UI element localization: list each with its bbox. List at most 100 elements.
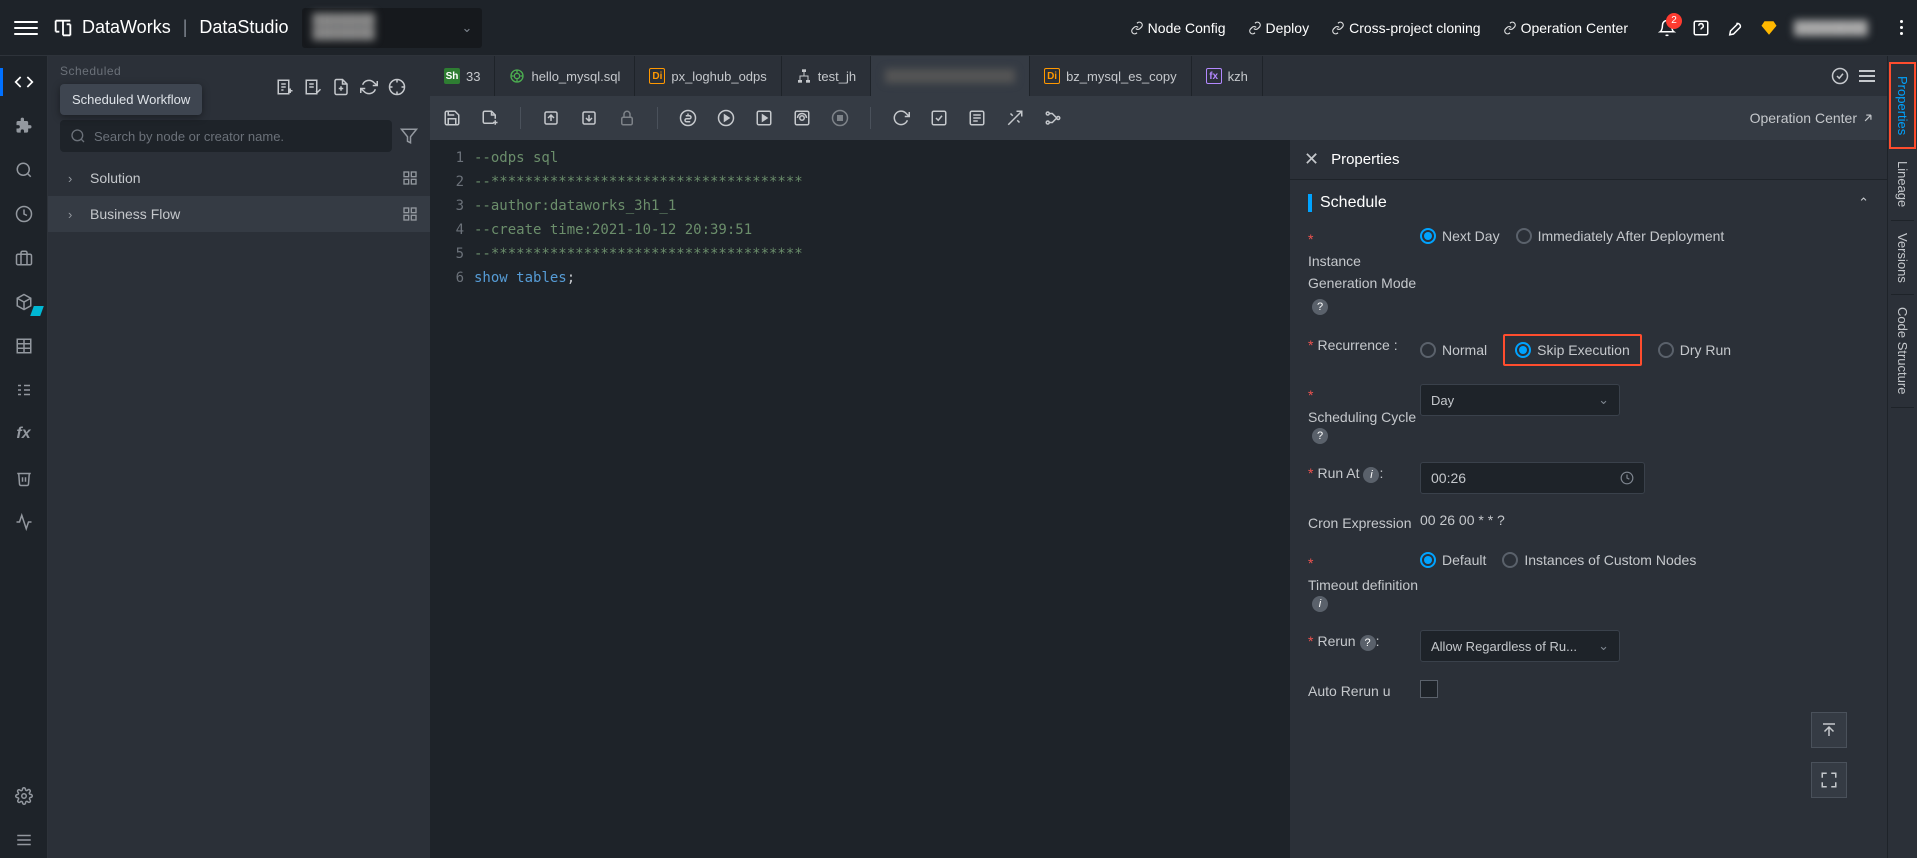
time-input[interactable] [1420, 462, 1645, 494]
deploy-link[interactable]: Deploy [1248, 20, 1310, 36]
rail-briefcase[interactable] [0, 240, 48, 276]
rail-list[interactable] [0, 372, 48, 408]
operation-center-label: Operation Center [1750, 110, 1857, 126]
time-field[interactable] [1431, 470, 1612, 486]
rail-code[interactable] [0, 64, 48, 100]
right-tab-versions[interactable]: Versions [1891, 221, 1914, 296]
radio-normal[interactable]: Normal [1420, 342, 1487, 358]
right-tab-properties[interactable]: Properties [1889, 62, 1916, 149]
help-icon[interactable] [1692, 19, 1710, 37]
radio-label: Normal [1442, 342, 1487, 358]
check-circle-icon[interactable] [1831, 67, 1849, 85]
right-tab-lineage[interactable]: Lineage [1891, 149, 1914, 220]
rail-extension[interactable] [0, 108, 48, 144]
code-editor[interactable]: --odps sql--****************************… [474, 140, 1289, 858]
row-instance-gen: *Instance Generation Mode? Next Day Imme… [1308, 228, 1869, 316]
beautify-button[interactable] [1005, 108, 1025, 128]
lock-button[interactable] [617, 108, 637, 128]
radio-skip-execution[interactable]: Skip Execution [1503, 334, 1642, 366]
tab-kzh[interactable]: fxkzh [1192, 56, 1263, 96]
rail-activity[interactable] [0, 504, 48, 540]
cross-project-link[interactable]: Cross-project cloning [1331, 20, 1481, 36]
control-rerun: Allow Regardless of Ru... ⌄ [1420, 630, 1869, 662]
list-check-icon[interactable] [304, 78, 322, 96]
chevron-right-icon: › [68, 171, 82, 186]
rail-settings[interactable] [0, 778, 48, 814]
save-as-button[interactable] [480, 108, 500, 128]
cost-button[interactable] [678, 108, 698, 128]
fullscreen-button[interactable] [1811, 762, 1847, 798]
rail-collapse[interactable] [0, 822, 48, 858]
info-icon[interactable]: i [1363, 467, 1379, 483]
tree-item-solution[interactable]: › Solution [48, 160, 430, 196]
tab-redacted[interactable] [871, 56, 1030, 96]
notifications-button[interactable]: 2 [1658, 19, 1676, 37]
refresh-icon[interactable] [360, 78, 378, 96]
rail-trash[interactable] [0, 460, 48, 496]
tab-test-jh[interactable]: test_jh [782, 56, 871, 96]
kebab-menu[interactable] [1900, 20, 1903, 35]
radio-next-day[interactable]: Next Day [1420, 228, 1500, 244]
tooltip: Scheduled Workflow [60, 84, 202, 115]
search-input[interactable] [94, 129, 382, 144]
save-button[interactable] [442, 108, 462, 128]
rail-table[interactable] [0, 328, 48, 364]
checkbox-auto-rerun[interactable] [1420, 680, 1438, 698]
cross-project-label: Cross-project cloning [1349, 20, 1481, 36]
diamond-icon[interactable] [1760, 19, 1778, 37]
operation-center-toolbar-link[interactable]: Operation Center [1750, 110, 1875, 126]
module-name[interactable]: DataStudio [199, 17, 288, 38]
grid-icon[interactable] [402, 170, 418, 186]
label-auto-rerun: Auto Rerun u [1308, 680, 1420, 702]
grid-icon[interactable] [402, 206, 418, 222]
node-config-link[interactable]: Node Config [1130, 20, 1226, 36]
tab-redacted-content [885, 69, 1015, 83]
lineage-button[interactable] [1043, 108, 1063, 128]
crosshair-icon[interactable] [388, 78, 406, 96]
submit-deploy-button[interactable] [579, 108, 599, 128]
operation-center-link[interactable]: Operation Center [1503, 20, 1628, 36]
radio-timeout-default[interactable]: Default [1420, 552, 1486, 568]
section-head[interactable]: Schedule ⌃ [1308, 194, 1869, 212]
tab-33[interactable]: Sh33 [430, 56, 495, 96]
scroll-top-button[interactable] [1811, 712, 1847, 748]
close-button[interactable]: ✕ [1304, 149, 1319, 170]
rail-fx[interactable]: fx [0, 416, 48, 452]
radio-timeout-custom[interactable]: Instances of Custom Nodes [1502, 552, 1696, 568]
wrench-icon[interactable] [1726, 19, 1744, 37]
help-icon[interactable]: ? [1360, 635, 1376, 651]
validate-button[interactable] [929, 108, 949, 128]
radio-immediately[interactable]: Immediately After Deployment [1516, 228, 1725, 244]
info-icon[interactable]: i [1312, 596, 1328, 612]
help-icon[interactable]: ? [1312, 428, 1328, 444]
tabs-menu[interactable] [1859, 70, 1875, 82]
hamburger-menu[interactable] [14, 16, 38, 40]
filter-icon[interactable] [400, 127, 418, 145]
workspace-selector[interactable]: ████████████████ ⌄ [302, 8, 482, 48]
di-icon: Di [1044, 68, 1060, 84]
reload-button[interactable] [891, 108, 911, 128]
tree-item-business-flow[interactable]: › Business Flow [48, 196, 430, 232]
right-tab-code-structure[interactable]: Code Structure [1891, 295, 1914, 407]
new-file-icon[interactable] [332, 78, 350, 96]
rail-history[interactable] [0, 196, 48, 232]
tab-bz-mysql[interactable]: Dibz_mysql_es_copy [1030, 56, 1192, 96]
select-rerun[interactable]: Allow Regardless of Ru... ⌄ [1420, 630, 1620, 662]
run-button[interactable] [716, 108, 736, 128]
help-icon[interactable]: ? [1312, 299, 1328, 315]
preview-button[interactable] [792, 108, 812, 128]
format-button[interactable] [967, 108, 987, 128]
radio-dry-run[interactable]: Dry Run [1658, 342, 1731, 358]
submit-button[interactable] [541, 108, 561, 128]
list-add-icon[interactable] [276, 78, 294, 96]
select-cycle[interactable]: Day ⌄ [1420, 384, 1620, 416]
run-selected-button[interactable] [754, 108, 774, 128]
tab-hello-mysql[interactable]: hello_mysql.sql [495, 56, 635, 96]
search-box[interactable] [60, 120, 392, 152]
rail-search[interactable] [0, 152, 48, 188]
stop-button[interactable] [830, 108, 850, 128]
label-instance-gen: *Instance Generation Mode? [1308, 228, 1420, 316]
rail-cube[interactable] [0, 284, 48, 320]
tab-px-loghub[interactable]: Dipx_loghub_odps [635, 56, 781, 96]
flow-icon [796, 68, 812, 84]
